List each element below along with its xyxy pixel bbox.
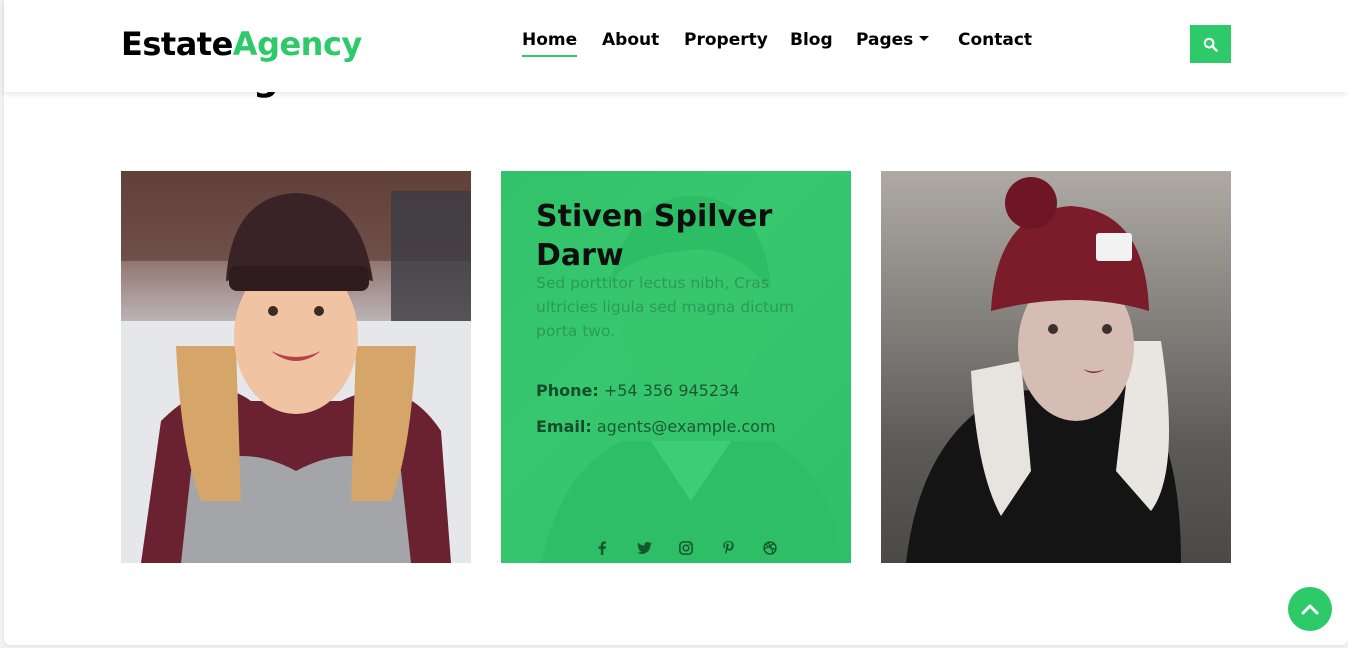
woman-scarf-photo — [121, 171, 471, 563]
brand-part-1: Estate — [121, 25, 233, 63]
agent-email-value: agents@example.com — [596, 417, 776, 436]
agent-email: Email: agents@example.com — [536, 415, 776, 439]
search-icon — [1203, 37, 1218, 52]
agent-phone-value: +54 356 945234 — [603, 381, 740, 400]
nav-item-blog[interactable]: Blog — [790, 28, 833, 52]
agent-card-3[interactable] — [881, 171, 1231, 563]
search-button[interactable] — [1190, 25, 1231, 63]
brand-logo[interactable]: EstateAgency — [121, 24, 362, 64]
nav-item-pages-label: Pages — [856, 30, 914, 50]
chevron-up-icon — [1301, 604, 1319, 615]
caret-down-icon — [919, 36, 930, 41]
agent-card-2[interactable]: Stiven Spilver Darw Sed porttitor lectus… — [501, 171, 851, 563]
agent-phone-label: Phone: — [536, 381, 599, 400]
dribbble-icon[interactable] — [749, 537, 791, 559]
agent-phone: Phone: +54 356 945234 — [536, 379, 739, 403]
instagram-icon[interactable] — [665, 537, 707, 559]
nav-item-pages[interactable]: Pages — [856, 28, 930, 52]
agent-email-label: Email: — [536, 417, 592, 436]
twitter-icon[interactable] — [623, 537, 665, 559]
facebook-icon[interactable] — [581, 537, 623, 559]
nav-item-home[interactable]: Home — [522, 28, 578, 57]
agent-description: Sed porttitor lectus nibh, Cras ultricie… — [536, 274, 794, 340]
agent-card-1[interactable] — [121, 171, 471, 563]
nav-item-contact[interactable]: Contact — [958, 28, 1032, 52]
agent-name[interactable]: Stiven Spilver Darw — [536, 197, 826, 275]
navbar: EstateAgency Home About Property Blog Pa… — [4, 0, 1348, 92]
pinterest-icon[interactable] — [707, 537, 749, 559]
nav-item-about[interactable]: About — [602, 28, 659, 52]
brand-part-2: Agency — [232, 25, 362, 63]
woman-beanie-photo — [881, 171, 1231, 563]
back-to-top-button[interactable] — [1288, 587, 1332, 631]
agent-social-links — [581, 537, 791, 559]
nav-item-property[interactable]: Property — [684, 28, 768, 52]
